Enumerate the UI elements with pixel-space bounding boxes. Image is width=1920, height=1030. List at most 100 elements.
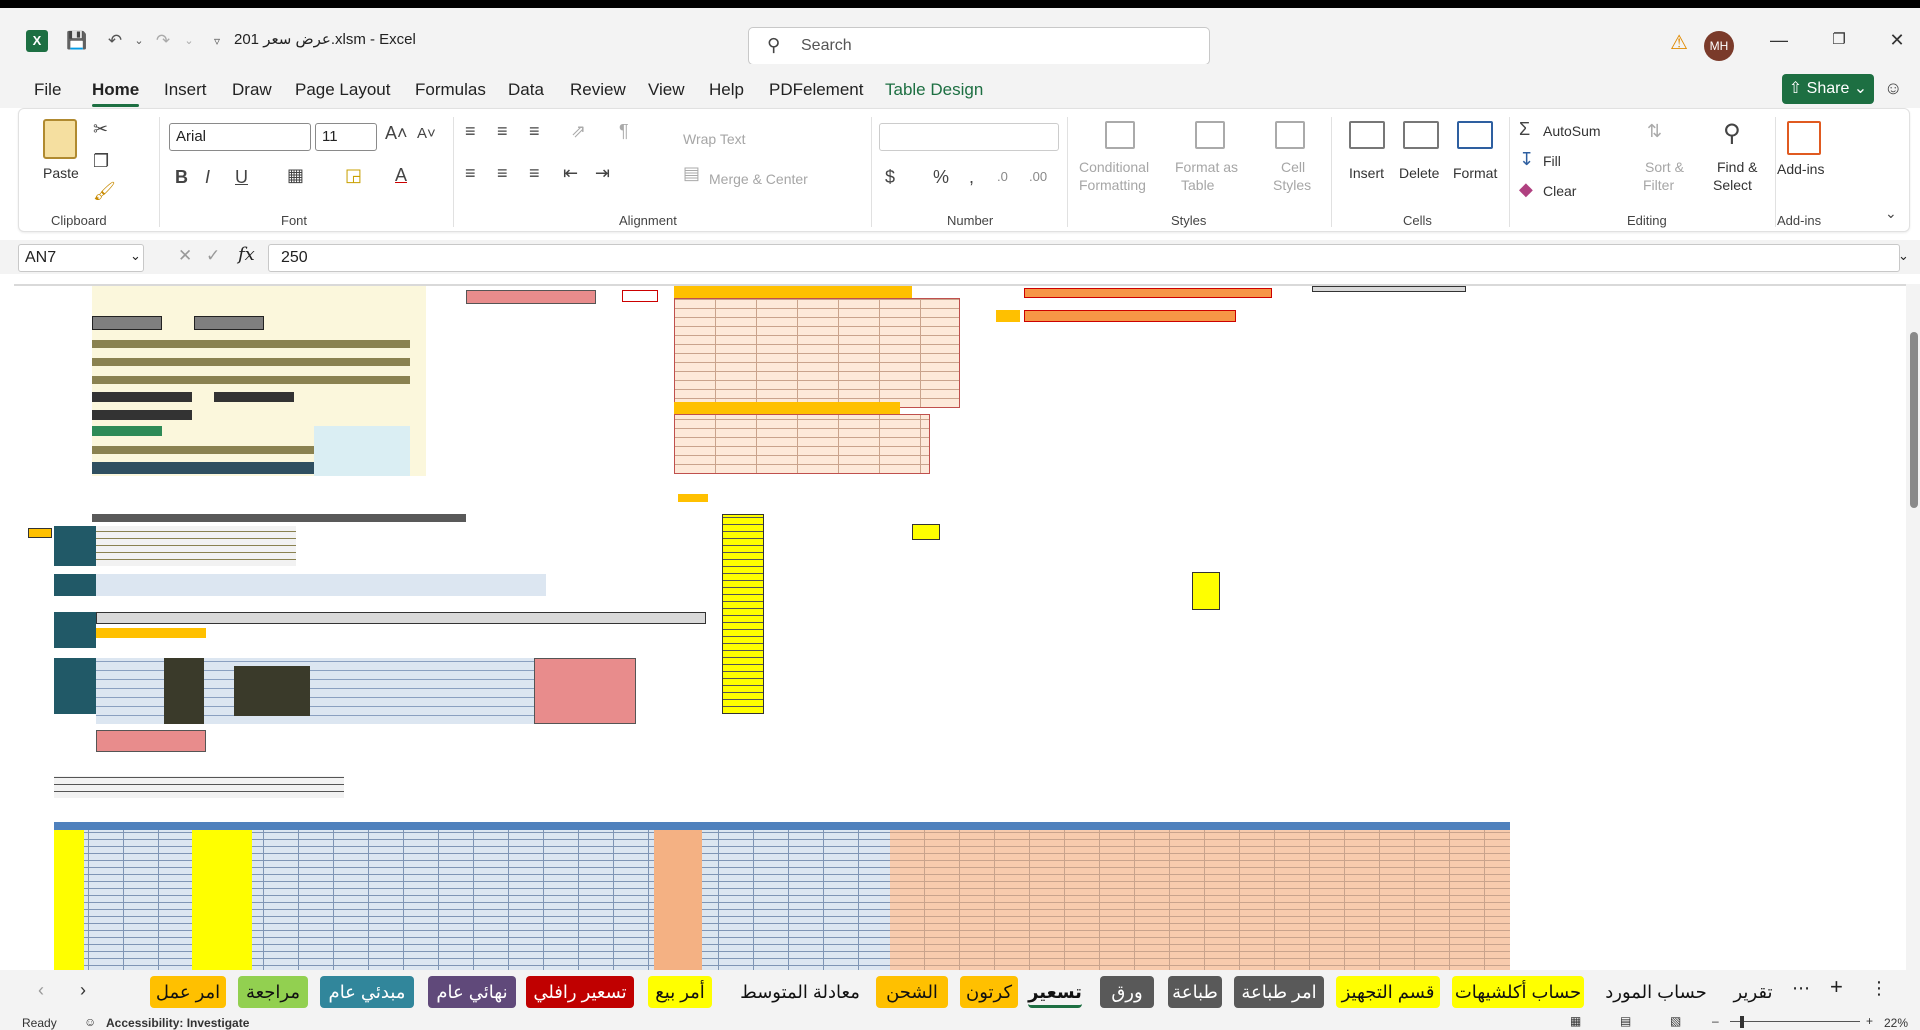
fill-icon[interactable]: ↧ xyxy=(1519,149,1534,170)
zoom-slider-thumb[interactable] xyxy=(1740,1016,1744,1028)
add-sheet-icon[interactable]: + xyxy=(1830,974,1843,1000)
share-button[interactable]: ⇧ Share ⌄ xyxy=(1782,74,1874,104)
currency-icon[interactable]: $ xyxy=(885,167,895,188)
find-select-label1[interactable]: Find & xyxy=(1717,159,1757,175)
minimize-icon[interactable]: — xyxy=(1764,28,1794,52)
autosum-icon[interactable]: Σ xyxy=(1519,119,1530,140)
sheet-options-icon[interactable]: ⋮ xyxy=(1870,978,1888,999)
sheet-tab[interactable]: حساب أكلشيهات xyxy=(1452,976,1584,1008)
confirm-entry-icon[interactable]: ✓ xyxy=(206,246,220,266)
tab-draw[interactable]: Draw xyxy=(232,80,272,100)
sheet-tab[interactable]: مراجعة xyxy=(238,976,308,1008)
font-color-icon[interactable]: A xyxy=(395,165,407,186)
rtl-icon[interactable]: ¶ xyxy=(619,121,629,142)
tab-review[interactable]: Review xyxy=(570,80,626,100)
delete-cells-icon[interactable] xyxy=(1403,121,1439,149)
decrease-indent-icon[interactable]: ⇤ xyxy=(563,163,578,184)
warning-icon[interactable]: ⚠ xyxy=(1670,30,1688,55)
more-sheets-icon[interactable]: ⋯ xyxy=(1792,978,1810,999)
sheet-tab[interactable]: قسم التجهيز xyxy=(1336,976,1440,1008)
number-format-select[interactable] xyxy=(879,123,1059,151)
sort-filter-label1[interactable]: Sort & xyxy=(1645,159,1684,175)
insert-cells-button[interactable]: Insert xyxy=(1349,165,1384,181)
next-sheet-icon[interactable]: › xyxy=(80,980,86,1001)
add-ins-button[interactable]: Add-ins xyxy=(1777,161,1824,177)
increase-font-icon[interactable]: A˄ xyxy=(385,123,408,144)
fill-button[interactable]: Fill xyxy=(1543,153,1561,169)
sheet-tab[interactable]: تقرير xyxy=(1728,976,1778,1008)
tab-insert[interactable]: Insert xyxy=(164,80,207,100)
restore-icon[interactable]: ❐ xyxy=(1824,28,1854,52)
percent-icon[interactable]: % xyxy=(933,167,949,188)
align-center-icon[interactable]: ≡ xyxy=(497,163,508,184)
close-icon[interactable]: ✕ xyxy=(1882,28,1912,52)
cell-styles-icon[interactable] xyxy=(1275,121,1305,149)
format-cells-button[interactable]: Format xyxy=(1453,165,1497,181)
search-input[interactable]: ⚲ Search xyxy=(748,27,1210,65)
zoom-in-icon[interactable]: + xyxy=(1866,1014,1873,1028)
sheet-tab[interactable]: أمر بيع xyxy=(648,976,712,1008)
paste-icon[interactable] xyxy=(43,119,77,159)
comma-icon[interactable]: , xyxy=(969,167,974,188)
conditional-formatting-label2[interactable]: Formatting xyxy=(1079,177,1146,193)
align-middle-icon[interactable]: ≡ xyxy=(497,121,508,142)
autosum-button[interactable]: AutoSum xyxy=(1543,123,1601,139)
sheet-tab[interactable]: امر عمل xyxy=(150,976,226,1008)
format-painter-icon[interactable]: 🖌 xyxy=(93,181,116,202)
decrease-font-icon[interactable]: A˅ xyxy=(417,125,436,142)
increase-decimal-icon[interactable]: .0 xyxy=(997,169,1008,184)
align-right-icon[interactable]: ≡ xyxy=(529,163,540,184)
align-left-icon[interactable]: ≡ xyxy=(465,163,476,184)
format-cells-icon[interactable] xyxy=(1457,121,1493,149)
comments-icon[interactable]: ☺ xyxy=(1884,78,1902,99)
clear-button[interactable]: Clear xyxy=(1543,183,1576,199)
delete-cells-button[interactable]: Delete xyxy=(1399,165,1439,181)
italic-icon[interactable]: I xyxy=(205,167,210,188)
collapse-ribbon-icon[interactable]: ⌄ xyxy=(1885,205,1897,222)
undo-icon[interactable]: ↶ xyxy=(104,30,126,52)
zoom-out-icon[interactable]: – xyxy=(1712,1014,1719,1028)
wrap-text-button[interactable]: Wrap Text xyxy=(683,131,746,147)
sheet-tab[interactable]: ورق xyxy=(1100,976,1154,1008)
sort-filter-label2[interactable]: Filter xyxy=(1643,177,1674,193)
cell-styles-label2[interactable]: Styles xyxy=(1273,177,1311,193)
sheet-tab[interactable]: امر طباعة xyxy=(1234,976,1324,1008)
align-bottom-icon[interactable]: ≡ xyxy=(529,121,540,142)
page-break-view-icon[interactable]: ▧ xyxy=(1670,1014,1681,1028)
sort-filter-icon[interactable]: ⇅ xyxy=(1647,121,1662,142)
font-size-select[interactable]: 11 xyxy=(315,123,377,151)
find-select-icon[interactable]: ⚲ xyxy=(1723,119,1741,148)
cell-styles-label1[interactable]: Cell xyxy=(1281,159,1305,175)
sheet-tab[interactable]: الشحن xyxy=(876,976,948,1008)
sheet-tab[interactable]: تسعير رافلي xyxy=(526,976,634,1008)
add-ins-icon[interactable] xyxy=(1787,121,1821,155)
tab-pdfelement[interactable]: PDFelement xyxy=(769,80,863,100)
redo-icon[interactable]: ↷ xyxy=(152,30,174,52)
sheet-tab[interactable]: نهائي عام xyxy=(428,976,516,1008)
tab-data[interactable]: Data xyxy=(508,80,544,100)
tab-table-design[interactable]: Table Design xyxy=(885,80,983,100)
format-as-table-label2[interactable]: Table xyxy=(1181,177,1214,193)
expand-formula-icon[interactable]: ⌄ xyxy=(1898,248,1909,264)
formula-input[interactable]: 250 xyxy=(268,244,1900,272)
vertical-scrollbar-thumb[interactable] xyxy=(1910,332,1918,508)
copy-icon[interactable]: ❐ xyxy=(93,151,109,172)
align-top-icon[interactable]: ≡ xyxy=(465,121,476,142)
save-icon[interactable]: 💾 xyxy=(66,30,88,52)
zoom-slider[interactable] xyxy=(1730,1021,1860,1022)
conditional-formatting-label1[interactable]: Conditional xyxy=(1079,159,1149,175)
sheet-tab[interactable]: حساب المورد xyxy=(1604,976,1708,1008)
cut-icon[interactable]: ✂ xyxy=(93,119,108,140)
avatar[interactable]: MH xyxy=(1704,31,1734,61)
clear-icon[interactable]: ◆ xyxy=(1519,179,1533,200)
bold-icon[interactable]: B xyxy=(175,167,188,188)
name-box[interactable]: AN7 xyxy=(18,244,144,272)
undo-dropdown-icon[interactable]: ⌄ xyxy=(128,30,150,52)
sheet-tab[interactable]: معادلة المتوسط xyxy=(730,976,870,1008)
tab-file[interactable]: File xyxy=(34,80,61,100)
decrease-decimal-icon[interactable]: .00 xyxy=(1029,169,1047,184)
tab-help[interactable]: Help xyxy=(709,80,744,100)
font-family-select[interactable]: Arial xyxy=(169,123,311,151)
customize-toolbar-icon[interactable]: ▿ xyxy=(206,30,228,52)
merge-icon[interactable]: ▤ xyxy=(683,163,700,184)
